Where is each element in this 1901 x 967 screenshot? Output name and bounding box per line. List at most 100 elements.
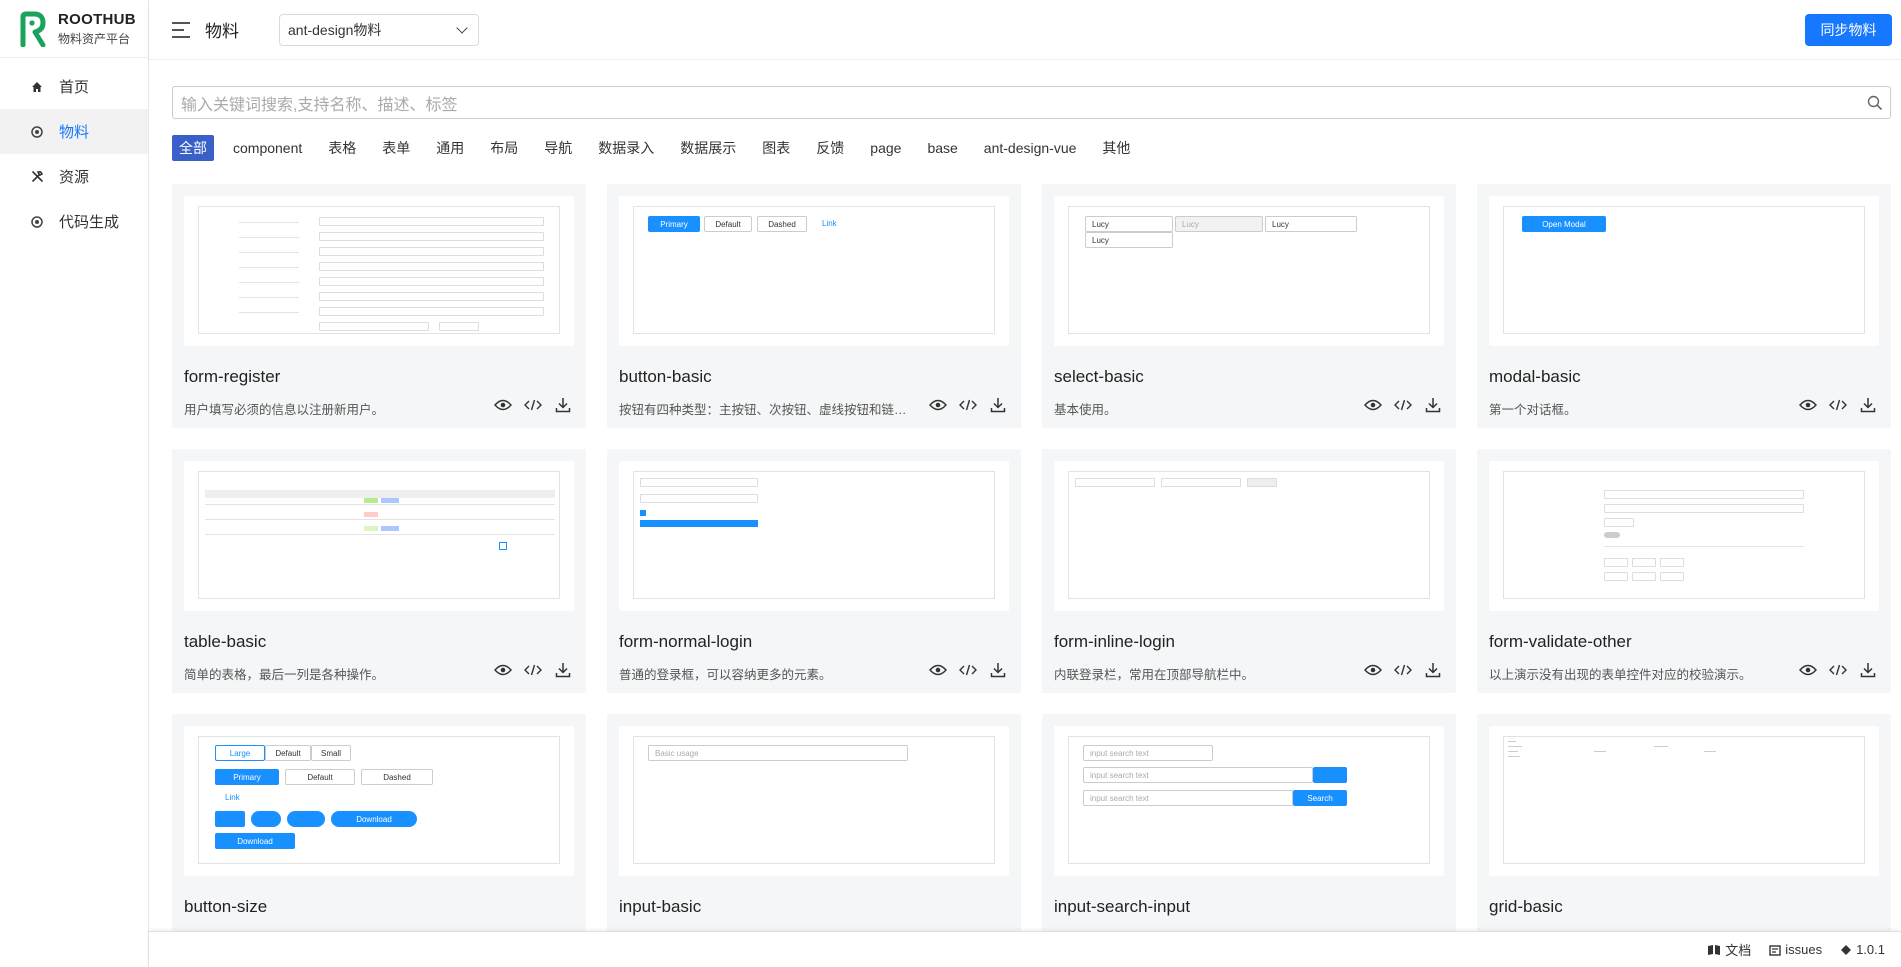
preview-frame: input search text input search text inpu… xyxy=(1068,736,1430,864)
tag-page[interactable]: page xyxy=(863,137,908,159)
card-preview[interactable] xyxy=(184,461,574,611)
page-title: 物料 xyxy=(205,22,239,41)
tag-all[interactable]: 全部 xyxy=(172,135,214,161)
material-card[interactable]: table-basic 简单的表格，最后一列是各种操作。 xyxy=(172,449,586,693)
download-icon[interactable] xyxy=(1859,662,1877,678)
card-preview[interactable]: Basic usage xyxy=(619,726,1009,876)
preview-frame xyxy=(633,471,995,599)
material-card[interactable]: form-validate-other 以上演示没有出现的表单控件对应的校验演示… xyxy=(1477,449,1891,693)
search-icon[interactable] xyxy=(1867,95,1883,111)
card-preview[interactable]: input search text input search text inpu… xyxy=(1054,726,1444,876)
card-preview[interactable] xyxy=(1489,726,1879,876)
card-preview[interactable] xyxy=(619,461,1009,611)
preview-dashed-button: Dashed xyxy=(361,769,433,785)
card-title: button-size xyxy=(184,897,268,916)
footer-issues-link[interactable]: issues xyxy=(1769,942,1822,957)
card-title: table-basic xyxy=(184,632,267,651)
view-code-icon[interactable] xyxy=(1829,397,1847,413)
tag-other[interactable]: 其他 xyxy=(1095,135,1137,161)
menu-collapse-icon[interactable] xyxy=(172,21,192,38)
preview-eye-icon[interactable] xyxy=(929,397,947,413)
footer-docs-link[interactable]: 文档 xyxy=(1707,940,1751,959)
tag-form[interactable]: 表单 xyxy=(375,135,417,161)
material-card[interactable]: Open Modal modal-basic 第一个对话框。 xyxy=(1477,184,1891,428)
preview-search-button: Search xyxy=(1293,790,1347,806)
preview-eye-icon[interactable] xyxy=(494,397,512,413)
card-actions xyxy=(1364,662,1442,678)
preview-eye-icon[interactable] xyxy=(1364,397,1382,413)
download-icon[interactable] xyxy=(1424,397,1442,413)
material-card[interactable]: Lucy Lucy Lucy Lucy select-basic 基本使用。 xyxy=(1042,184,1456,428)
sidebar-item-label: 首页 xyxy=(59,79,90,96)
card-description: 普通的登录框，可以容纳更多的元素。 xyxy=(619,668,832,682)
preview-eye-icon[interactable] xyxy=(494,662,512,678)
tag-chart[interactable]: 图表 xyxy=(755,135,797,161)
download-icon[interactable] xyxy=(989,662,1007,678)
sidebar-item-material[interactable]: 物料 xyxy=(0,109,148,154)
card-title: input-search-input xyxy=(1054,897,1191,916)
sidebar-item-label: 物料 xyxy=(59,124,90,141)
tag-table[interactable]: 表格 xyxy=(321,135,363,161)
tag-general[interactable]: 通用 xyxy=(429,135,471,161)
tag-filter-bar: 全部 component 表格 表单 通用 布局 导航 数据录入 数据展示 图表… xyxy=(172,135,1149,161)
download-icon[interactable] xyxy=(554,397,572,413)
preview-eye-icon[interactable] xyxy=(1364,662,1382,678)
tag-component[interactable]: component xyxy=(226,137,309,159)
main-content: 输入关键词搜索,支持名称、描述、标签 全部 component 表格 表单 通用… xyxy=(149,60,1901,931)
material-card[interactable]: form-register 用户填写必须的信息以注册新用户。 xyxy=(172,184,586,428)
view-code-icon[interactable] xyxy=(524,397,542,413)
view-code-icon[interactable] xyxy=(959,662,977,678)
card-preview[interactable] xyxy=(1054,461,1444,611)
tag-ant-design-vue[interactable]: ant-design-vue xyxy=(977,137,1084,159)
preview-eye-icon[interactable] xyxy=(1799,397,1817,413)
view-code-icon[interactable] xyxy=(1394,662,1412,678)
card-preview[interactable] xyxy=(184,196,574,346)
search-input[interactable]: 输入关键词搜索,支持名称、描述、标签 xyxy=(172,86,1891,119)
preview-download-button: Download xyxy=(331,811,417,827)
logo[interactable]: ROOTHUB 物料资产平台 xyxy=(0,0,148,58)
tag-navigation[interactable]: 导航 xyxy=(537,135,579,161)
material-card[interactable]: Primary Default Dashed Link button-basic… xyxy=(607,184,1021,428)
tag-layout[interactable]: 布局 xyxy=(483,135,525,161)
view-code-icon[interactable] xyxy=(1394,397,1412,413)
view-code-icon[interactable] xyxy=(524,662,542,678)
material-card[interactable]: form-normal-login 普通的登录框，可以容纳更多的元素。 xyxy=(607,449,1021,693)
preview-basic-input: Basic usage xyxy=(648,745,908,761)
card-preview[interactable]: Large Default Small Primary Default Dash… xyxy=(184,726,574,876)
tag-data-display[interactable]: 数据展示 xyxy=(673,135,743,161)
material-card[interactable]: form-inline-login 内联登录栏，常用在顶部导航栏中。 xyxy=(1042,449,1456,693)
material-source-select[interactable]: ant-design物料 xyxy=(279,13,479,46)
sidebar-item-codegen[interactable]: 代码生成 xyxy=(0,199,148,244)
card-preview[interactable]: Primary Default Dashed Link xyxy=(619,196,1009,346)
preview-select: Lucy xyxy=(1085,216,1173,232)
download-icon[interactable] xyxy=(1424,662,1442,678)
tag-data-entry[interactable]: 数据录入 xyxy=(591,135,661,161)
card-title: form-validate-other xyxy=(1489,632,1632,651)
view-code-icon[interactable] xyxy=(1829,662,1847,678)
card-actions xyxy=(494,397,572,413)
sidebar-item-resources[interactable]: 资源 xyxy=(0,154,148,199)
card-preview[interactable]: Open Modal xyxy=(1489,196,1879,346)
card-title: form-register xyxy=(184,367,281,386)
sync-material-button[interactable]: 同步物料 xyxy=(1805,14,1892,46)
preview-default-button: Default xyxy=(704,216,752,232)
material-card[interactable]: input search text input search text inpu… xyxy=(1042,714,1456,931)
card-preview[interactable]: Lucy Lucy Lucy Lucy xyxy=(1054,196,1444,346)
card-description: 内联登录栏，常用在顶部导航栏中。 xyxy=(1054,668,1255,682)
tag-base[interactable]: base xyxy=(920,137,964,159)
preview-eye-icon[interactable] xyxy=(1799,662,1817,678)
download-icon[interactable] xyxy=(554,662,572,678)
download-icon[interactable] xyxy=(1859,397,1877,413)
preview-eye-icon[interactable] xyxy=(929,662,947,678)
preview-primary-button: Primary xyxy=(215,769,279,785)
sidebar-item-home[interactable]: 首页 xyxy=(0,64,148,109)
card-preview[interactable] xyxy=(1489,461,1879,611)
preview-frame: Basic usage xyxy=(633,736,995,864)
view-code-icon[interactable] xyxy=(959,397,977,413)
material-card[interactable]: Basic usage input-basic xyxy=(607,714,1021,931)
download-icon[interactable] xyxy=(989,397,1007,413)
tag-feedback[interactable]: 反馈 xyxy=(809,135,851,161)
card-actions xyxy=(1799,662,1877,678)
material-card[interactable]: Large Default Small Primary Default Dash… xyxy=(172,714,586,931)
material-card[interactable]: grid-basic xyxy=(1477,714,1891,931)
